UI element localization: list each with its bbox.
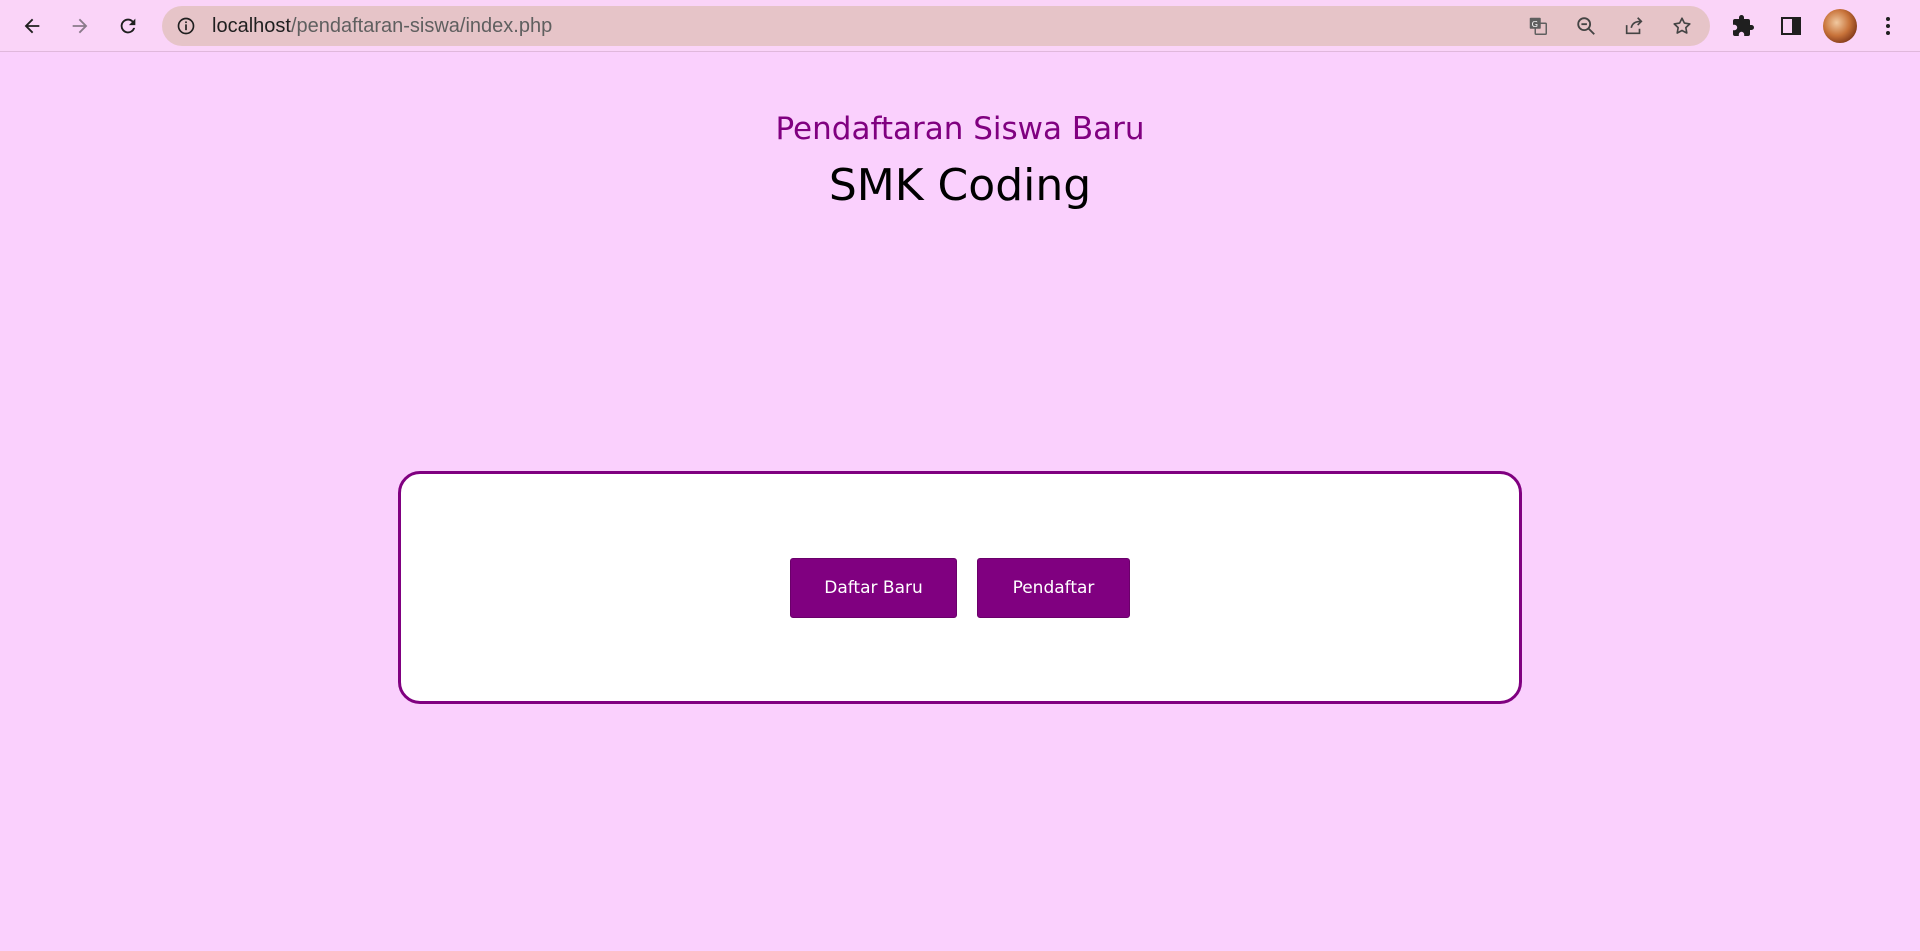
back-arrow-icon bbox=[24, 18, 40, 34]
back-button[interactable] bbox=[14, 8, 50, 44]
daftar-baru-button[interactable]: Daftar Baru bbox=[790, 558, 957, 618]
side-panel-button[interactable] bbox=[1775, 10, 1807, 42]
extensions-icon bbox=[1733, 15, 1754, 36]
forward-arrow-icon bbox=[72, 18, 88, 34]
forward-button[interactable] bbox=[62, 8, 98, 44]
info-icon[interactable] bbox=[176, 16, 196, 36]
pendaftar-button[interactable]: Pendaftar bbox=[977, 558, 1130, 618]
url-host: localhost bbox=[212, 15, 291, 37]
browser-toolbar: localhost/pendaftaran-siswa/index.php G bbox=[0, 0, 1920, 52]
menu-icon bbox=[1886, 17, 1890, 35]
share-icon bbox=[1625, 17, 1643, 35]
page-subtitle: Pendaftaran Siswa Baru bbox=[775, 111, 1145, 147]
page-title: SMK Coding bbox=[828, 160, 1092, 211]
reload-button[interactable] bbox=[110, 8, 146, 44]
extensions-button[interactable] bbox=[1727, 10, 1759, 42]
avatar[interactable] bbox=[1823, 9, 1857, 43]
translate-icon: G bbox=[1529, 17, 1547, 35]
zoom-out-icon bbox=[1577, 17, 1595, 35]
bookmark-button[interactable] bbox=[1670, 14, 1694, 38]
menu-card bbox=[398, 471, 1522, 704]
translate-button[interactable]: G bbox=[1526, 14, 1550, 38]
bookmark-star-icon bbox=[1673, 17, 1691, 34]
share-button[interactable] bbox=[1622, 14, 1646, 38]
reload-icon bbox=[120, 18, 136, 34]
url-text[interactable]: localhost/pendaftaran-siswa/index.php bbox=[212, 6, 552, 46]
zoom-button[interactable] bbox=[1574, 14, 1598, 38]
menu-button[interactable] bbox=[1872, 10, 1904, 42]
side-panel-icon bbox=[1781, 17, 1801, 35]
svg-text:G: G bbox=[1532, 19, 1538, 29]
url-path: /pendaftaran-siswa/index.php bbox=[290, 15, 553, 37]
address-bar[interactable]: localhost/pendaftaran-siswa/index.php G bbox=[162, 6, 1710, 46]
